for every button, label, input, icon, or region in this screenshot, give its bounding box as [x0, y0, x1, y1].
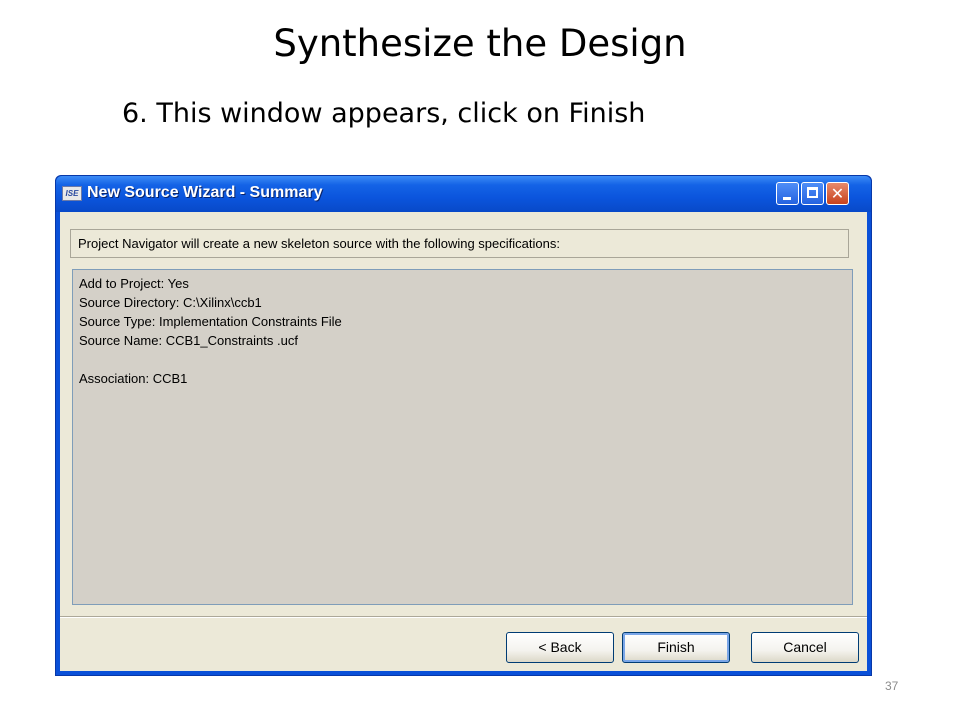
- close-icon: ✕: [830, 184, 845, 203]
- maximize-button[interactable]: [801, 182, 824, 205]
- summary-line-blank: [79, 350, 852, 369]
- back-button[interactable]: < Back: [506, 632, 614, 663]
- slide-subtitle: 6. This window appears, click on Finish: [122, 98, 646, 129]
- specification-label: Project Navigator will create a new skel…: [70, 229, 849, 258]
- window-title: New Source Wizard - Summary: [87, 184, 323, 201]
- minimize-button[interactable]: [776, 182, 799, 205]
- maximize-icon: [807, 187, 818, 198]
- new-source-wizard-window: ISE New Source Wizard - Summary ✕ Projec…: [55, 175, 872, 676]
- slide-page-number: 37: [885, 679, 899, 693]
- summary-line-association: Association: CCB1: [79, 371, 188, 386]
- minimize-icon: [783, 197, 791, 200]
- close-button[interactable]: ✕: [826, 182, 849, 205]
- button-separator: [60, 616, 867, 618]
- window-titlebar[interactable]: ISE New Source Wizard - Summary ✕: [56, 176, 871, 212]
- summary-text-area[interactable]: Add to Project: Yes Source Directory: C:…: [72, 269, 853, 605]
- finish-button[interactable]: Finish: [622, 632, 730, 663]
- summary-line-source-name: Source Name: CCB1_Constraints .ucf: [79, 333, 298, 348]
- slide-title: Synthesize the Design: [273, 22, 687, 65]
- dialog-client-area: Project Navigator will create a new skel…: [60, 212, 867, 671]
- ise-app-icon: ISE: [62, 186, 82, 201]
- summary-line-add-to-project: Add to Project: Yes: [79, 276, 189, 291]
- summary-line-source-directory: Source Directory: C:\Xilinx\ccb1: [79, 295, 262, 310]
- cancel-button[interactable]: Cancel: [751, 632, 859, 663]
- summary-line-source-type: Source Type: Implementation Constraints …: [79, 314, 342, 329]
